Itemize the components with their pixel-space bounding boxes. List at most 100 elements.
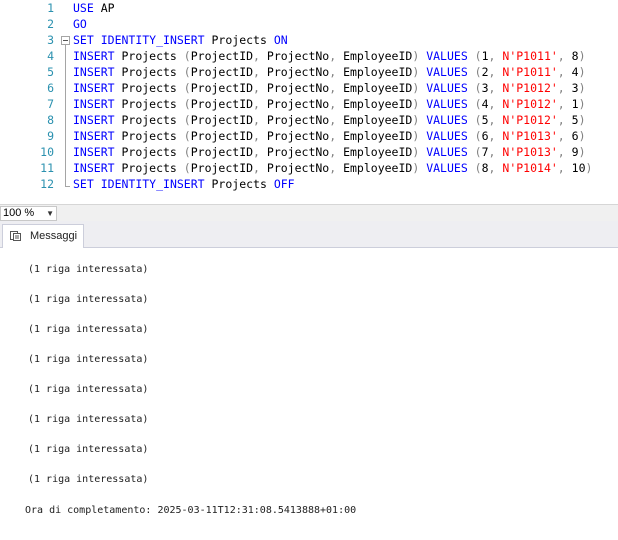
code-token: ProjectID xyxy=(190,129,254,143)
code-token: ( xyxy=(183,161,191,175)
code-token: VALUES xyxy=(426,65,468,79)
code-token: ProjectID xyxy=(190,161,254,175)
code-token: , xyxy=(253,113,267,127)
code-token: AP xyxy=(93,1,115,15)
code-line[interactable]: 11 INSERT Projects (ProjectID, ProjectNo,… xyxy=(0,160,618,176)
line-number: 11 xyxy=(40,161,54,175)
code-token: 7 xyxy=(481,145,489,159)
code-token: ) xyxy=(578,145,586,159)
code-line[interactable]: 9 INSERT Projects (ProjectID, ProjectNo, … xyxy=(0,128,618,144)
code-token: GO xyxy=(73,17,87,31)
code-token: 1 xyxy=(571,97,579,111)
tab-messages-label: Messaggi xyxy=(30,230,78,242)
code-token: ProjectID xyxy=(190,113,254,127)
completion-time: Ora di completamento: 2025-03-11T12:31:0… xyxy=(25,505,357,516)
message-row: (1 riga interessata) xyxy=(28,444,149,455)
code-line[interactable]: 6 INSERT Projects (ProjectID, ProjectNo, … xyxy=(0,80,618,96)
code-token: Projects xyxy=(114,113,184,127)
code-token: ( xyxy=(467,129,482,143)
code-token: ProjectNo xyxy=(266,161,330,175)
code-token: N'P1013' xyxy=(502,145,558,159)
code-token: 8 xyxy=(571,49,579,63)
line-number: 10 xyxy=(40,145,54,159)
code-token: VALUES xyxy=(426,129,468,143)
code-token: ProjectNo xyxy=(266,113,330,127)
line-number: 1 xyxy=(47,1,54,15)
code-token: OFF xyxy=(273,177,295,191)
message-row: (1 riga interessata) xyxy=(28,354,149,365)
code-token: EmployeeID xyxy=(343,145,413,159)
code-token: INSERT xyxy=(73,97,115,111)
chevron-down-icon: ▼ xyxy=(46,209,54,218)
message-row: (1 riga interessata) xyxy=(28,384,149,395)
tab-messages[interactable]: Messaggi xyxy=(2,224,84,248)
code-line[interactable]: 2 GO xyxy=(0,16,618,32)
message-row: (1 riga interessata) xyxy=(28,324,149,335)
horizontal-scrollbar[interactable] xyxy=(58,206,618,221)
code-token: Projects xyxy=(204,177,274,191)
code-token: EmployeeID xyxy=(343,129,413,143)
code-token: ( xyxy=(183,129,191,143)
code-line[interactable]: 8 INSERT Projects (ProjectID, ProjectNo, … xyxy=(0,112,618,128)
code-line[interactable]: 5 INSERT Projects (ProjectID, ProjectNo, … xyxy=(0,64,618,80)
code-token: N'P1012' xyxy=(502,97,558,111)
code-text: INSERT Projects (ProjectID, ProjectNo, E… xyxy=(73,144,586,160)
code-token: Projects xyxy=(114,145,184,159)
code-token: , xyxy=(253,161,267,175)
code-token: ( xyxy=(183,49,191,63)
code-token: ) xyxy=(585,161,593,175)
code-token: ProjectNo xyxy=(266,81,330,95)
code-line[interactable]: 12 SET IDENTITY_INSERT Projects OFF xyxy=(0,176,618,192)
code-token: , xyxy=(329,129,344,143)
code-line[interactable]: 1 USE AP xyxy=(0,0,618,16)
code-text: SET IDENTITY_INSERT Projects OFF xyxy=(73,176,295,192)
code-token: , xyxy=(557,145,572,159)
code-token: 4 xyxy=(571,65,579,79)
line-number: 2 xyxy=(47,17,54,31)
code-token: , xyxy=(329,161,344,175)
code-editor[interactable]: 1 USE AP 2 GO 3 SET IDENTITY_INSERT Projects … xyxy=(0,0,618,200)
code-token: SET xyxy=(73,177,94,191)
code-line[interactable]: 4 INSERT Projects (ProjectID, ProjectNo, … xyxy=(0,48,618,64)
code-token: ProjectID xyxy=(190,65,254,79)
code-line[interactable]: 10 INSERT Projects (ProjectID, ProjectNo,… xyxy=(0,144,618,160)
code-token: ( xyxy=(467,65,482,79)
code-token: ProjectID xyxy=(190,97,254,111)
code-token: 5 xyxy=(571,113,579,127)
code-token: ProjectID xyxy=(190,145,254,159)
code-token: ProjectNo xyxy=(266,145,330,159)
code-token: ( xyxy=(183,97,191,111)
code-token: Projects xyxy=(114,129,184,143)
code-text: INSERT Projects (ProjectID, ProjectNo, E… xyxy=(73,160,592,176)
code-token: EmployeeID xyxy=(343,97,413,111)
code-token: , xyxy=(329,113,344,127)
code-token: ( xyxy=(467,161,482,175)
code-token: 1 xyxy=(481,49,489,63)
code-token: , xyxy=(488,113,503,127)
code-token: INSERT xyxy=(73,49,115,63)
code-token: ) xyxy=(578,49,586,63)
code-token: , xyxy=(329,49,344,63)
code-token: Projects xyxy=(114,161,184,175)
code-line[interactable]: 7 INSERT Projects (ProjectID, ProjectNo, … xyxy=(0,96,618,112)
code-text: INSERT Projects (ProjectID, ProjectNo, E… xyxy=(73,64,586,80)
code-token: ( xyxy=(183,65,191,79)
code-line[interactable]: 3 SET IDENTITY_INSERT Projects ON xyxy=(0,32,618,48)
collapse-icon[interactable] xyxy=(61,36,70,45)
code-token: INSERT xyxy=(73,129,115,143)
code-token: EmployeeID xyxy=(343,49,413,63)
code-token: N'P1011' xyxy=(502,65,558,79)
zoom-dropdown[interactable]: 100 % ▼ xyxy=(0,206,57,221)
code-token: ( xyxy=(467,97,482,111)
code-token: ( xyxy=(467,49,482,63)
code-token: ) xyxy=(578,113,586,127)
code-token: INSERT xyxy=(73,145,115,159)
code-token: ( xyxy=(467,145,482,159)
code-token: ( xyxy=(467,113,482,127)
code-token: 10 xyxy=(571,161,586,175)
line-number: 3 xyxy=(47,33,54,47)
code-token: , xyxy=(253,81,267,95)
code-token: IDENTITY_INSERT xyxy=(100,177,205,191)
code-token: ProjectNo xyxy=(266,65,330,79)
code-token: VALUES xyxy=(426,113,468,127)
